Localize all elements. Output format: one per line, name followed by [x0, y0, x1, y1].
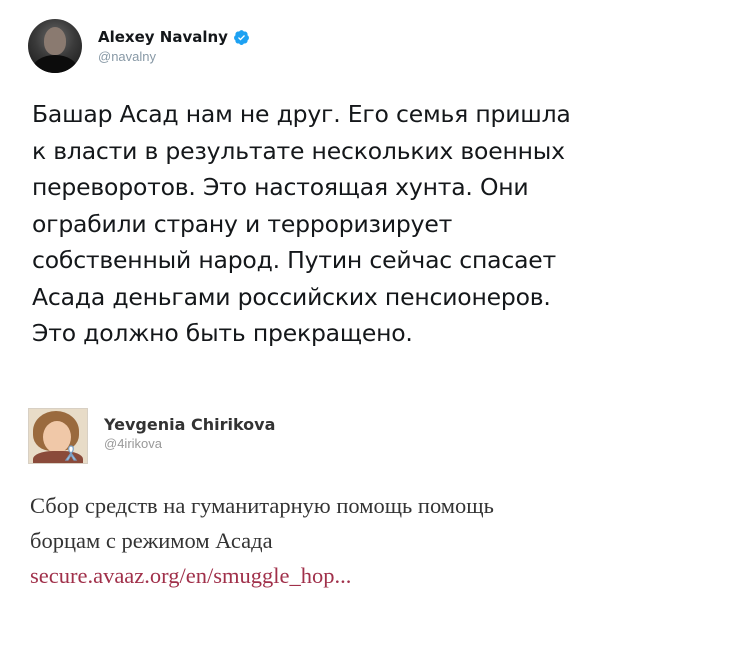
quoted-author-handle[interactable]: @4irikova	[104, 436, 275, 451]
author-name[interactable]: Alexey Navalny	[98, 28, 228, 46]
quoted-author-name[interactable]: Yevgenia Chirikova	[104, 415, 275, 434]
quoted-author-block: Yevgenia Chirikova @4irikova	[104, 415, 275, 451]
avatar[interactable]	[28, 19, 82, 73]
author-block: Alexey Navalny @navalny	[98, 28, 250, 64]
tweet-text-line: к власти в результате нескольких военных	[32, 136, 565, 165]
quoted-avatar[interactable]	[28, 408, 88, 464]
tweet-text-line: Это должно быть прекращено.	[32, 319, 413, 347]
tweet-text-line: Башар Асад нам не друг. Его семья пришла	[32, 100, 571, 128]
avatar-face	[44, 27, 66, 55]
tweet-text-line: переворотов. Это настоящая хунта. Они	[32, 173, 529, 201]
avatar-shoulders	[32, 55, 78, 73]
tweet-text-line: ограбили страну и терроризирует	[32, 209, 453, 238]
quoted-tweet-text: Сбор средств на гуманитарную помощь помо…	[30, 488, 710, 593]
author-handle[interactable]: @navalny	[98, 49, 250, 64]
main-tweet-header: Alexey Navalny @navalny	[28, 14, 728, 78]
quoted-text-line: Сбор средств на гуманитарную помощь помо…	[30, 493, 494, 518]
author-name-row: Alexey Navalny	[98, 28, 250, 46]
main-tweet: Alexey Navalny @navalny Башар Асад нам н…	[28, 14, 728, 347]
tweet-text: Башар Асад нам не друг. Его семья пришла…	[32, 96, 722, 352]
tweet-text-line: собственный народ. Путин сейчас спасает	[32, 246, 557, 274]
tweet-text-line: Асада деньгами российских пенсионеров.	[32, 282, 551, 311]
quoted-tweet-header: Yevgenia Chirikova @4irikova	[28, 408, 728, 464]
quoted-tweet: Yevgenia Chirikova @4irikova Сбор средст…	[28, 408, 728, 628]
quoted-link[interactable]: secure.avaaz.org/en/smuggle_hop...	[30, 558, 710, 593]
quoted-text-line: борцам с режимом Асада	[30, 528, 273, 553]
verified-badge-icon	[234, 29, 249, 45]
ribbon-icon	[64, 445, 78, 461]
